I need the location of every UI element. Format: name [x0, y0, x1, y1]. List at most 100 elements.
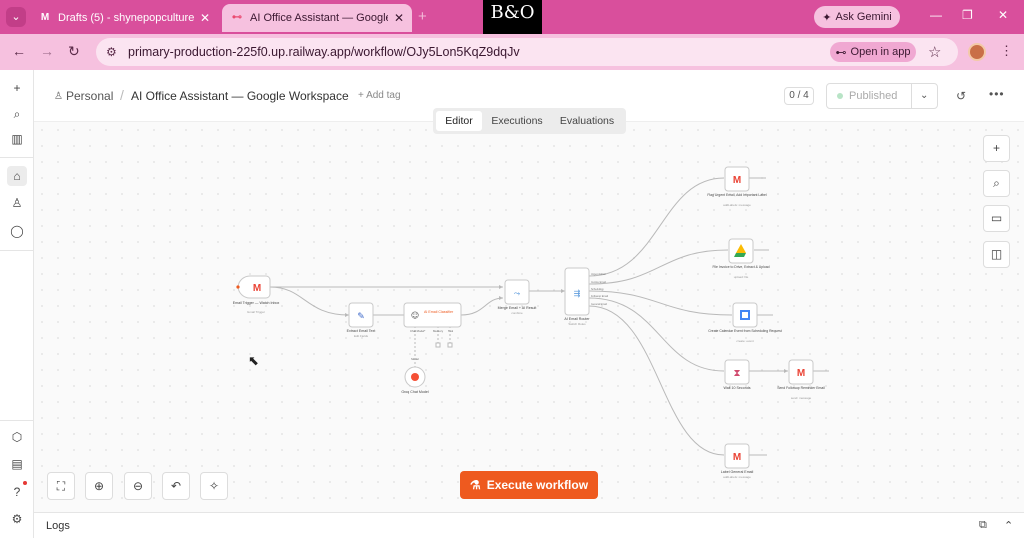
node-subtitle: Edit Fields	[354, 334, 369, 338]
edit-pencil-icon: ✎	[357, 312, 365, 322]
history-icon[interactable]: ↺	[956, 89, 966, 103]
add-node-button[interactable]: +	[983, 135, 1010, 162]
breadcrumb-personal[interactable]: Personal	[66, 89, 113, 103]
router-output-label: Urgent Email	[591, 273, 606, 276]
counter-badge: 0 / 4	[784, 87, 814, 105]
node-title: Groq Chat Model	[401, 390, 429, 394]
router-output-label: General Email	[591, 303, 607, 306]
sidebar-divider	[0, 420, 34, 421]
flask-icon: ⚗	[469, 478, 481, 492]
app-sidebar: + ⌕ ▥ ⌂ ♙ ◯ ⬡ ▤ ? ⚙	[0, 70, 34, 538]
node-subtitle: create: event	[736, 339, 754, 343]
memory-port[interactable]	[435, 342, 441, 348]
tab-editor[interactable]: Editor	[436, 111, 482, 131]
node-extract-email[interactable]: ✎ Extract Email Text Edit Fields	[347, 302, 376, 338]
google-drive-icon-part	[734, 253, 746, 257]
forward-arrow-icon[interactable]: →	[40, 43, 54, 59]
templates-icon[interactable]: ⬡	[7, 427, 27, 447]
close-tab-icon[interactable]: ✕	[394, 11, 404, 25]
gmail-icon: M	[733, 452, 741, 463]
close-window-icon[interactable]: ✕	[998, 8, 1008, 22]
n8n-icon: ⊷	[232, 12, 242, 23]
more-options-icon[interactable]: •••	[989, 87, 1005, 101]
panel-toggle-icon[interactable]: ▥	[7, 129, 27, 149]
add-icon[interactable]: +	[7, 78, 27, 98]
ask-gemini-button[interactable]: ✦ Ask Gemini	[814, 6, 900, 28]
tool-port[interactable]	[447, 342, 453, 348]
insights-icon[interactable]: ▤	[7, 454, 27, 474]
node-title: AI Email Classifier	[424, 310, 454, 314]
open-app-icon: ⊷	[835, 46, 847, 59]
popout-icon[interactable]: ⧉	[979, 519, 987, 532]
gmail-icon: M	[733, 175, 741, 186]
new-tab-icon[interactable]: +	[418, 8, 427, 25]
person-icon: ♙	[54, 91, 63, 102]
minimize-icon[interactable]: —	[930, 8, 942, 22]
publish-label: Published	[849, 90, 898, 102]
router-output-label: Scheduling	[591, 288, 604, 291]
add-tag-button[interactable]: + Add tag	[358, 90, 401, 101]
execute-workflow-button[interactable]: ⚗ Execute workflow	[460, 471, 598, 499]
back-arrow-icon[interactable]: ←	[12, 43, 26, 59]
close-tab-icon[interactable]: ✕	[200, 11, 210, 25]
tab-search-icon[interactable]: ⌄	[6, 7, 26, 27]
restore-icon[interactable]: ❐	[962, 8, 973, 22]
port-label-tool: Tool	[448, 329, 454, 333]
node-subtitle: upload: file	[734, 275, 749, 279]
node-title: Wait 10 Seconds	[723, 386, 750, 390]
node-subtitle: addLabels: message	[723, 203, 751, 207]
node-title: AI Email Router	[564, 317, 590, 321]
chevron-down-icon[interactable]: ⌄	[920, 90, 928, 101]
browser-tab-n8n[interactable]: ⊷ AI Office Assistant — Google ✕	[222, 4, 412, 32]
node-subtitle: Switch Rules	[568, 322, 586, 326]
logs-panel[interactable]: Logs ⧉ ⌃	[34, 512, 1024, 538]
node-subtitle: send: message	[791, 396, 812, 400]
url-text: primary-production-225f0.up.railway.app/…	[128, 45, 520, 59]
undo-icon[interactable]: ↶	[162, 472, 190, 500]
node-wait[interactable]: ⧗ Wait 10 Seconds	[723, 359, 751, 390]
groq-icon	[411, 373, 419, 381]
open-in-app-button[interactable]: ⊷ Open in app	[830, 42, 916, 62]
node-title: Merge Email + AI Result	[498, 306, 537, 310]
sidebar-divider	[0, 250, 34, 251]
publish-divider	[911, 84, 912, 108]
zoom-in-icon[interactable]: ⊕	[85, 472, 113, 500]
tab-evaluations[interactable]: Evaluations	[553, 111, 621, 131]
fit-view-icon[interactable]: ⛶	[47, 472, 75, 500]
bookmark-star-icon[interactable]: ☆	[928, 43, 941, 61]
search-nodes-button[interactable]: ⌕	[983, 170, 1010, 197]
publish-button[interactable]: Published ⌄	[826, 83, 938, 109]
logs-label: Logs	[46, 520, 70, 532]
home-icon[interactable]: ⌂	[7, 166, 27, 186]
ask-gemini-label: Ask Gemini	[835, 11, 892, 23]
profile-avatar[interactable]	[968, 43, 986, 61]
chat-icon[interactable]: ◯	[7, 221, 27, 241]
browser-menu-icon[interactable]: ⋮	[1000, 43, 1013, 59]
reload-icon[interactable]: ↻	[68, 43, 80, 60]
tab-executions[interactable]: Executions	[485, 111, 549, 131]
gmail-icon: M	[797, 368, 805, 379]
address-bar[interactable]: ⚙ primary-production-225f0.up.railway.ap…	[96, 38, 958, 66]
node-label-general[interactable]: M Label General Email addLabels: message	[721, 443, 754, 479]
workflow-canvas[interactable]	[34, 122, 1024, 512]
mode-switcher: Editor Executions Evaluations	[433, 108, 626, 134]
help-icon[interactable]: ?	[7, 482, 27, 502]
settings-gear-icon[interactable]: ⚙	[7, 509, 27, 529]
browser-tab-gmail[interactable]: M Drafts (5) - shynepopculture@g ✕	[30, 4, 218, 32]
trigger-bolt-icon	[236, 285, 240, 289]
workflow-title[interactable]: AI Office Assistant — Google Workspace	[131, 89, 349, 103]
user-icon[interactable]: ♙	[7, 193, 27, 213]
zoom-out-icon[interactable]: ⊖	[124, 472, 152, 500]
router-output-label: Invoice Email	[591, 281, 606, 284]
node-subtitle: Gmail Trigger	[247, 310, 265, 314]
chevron-up-icon[interactable]: ⌃	[1004, 519, 1013, 532]
node-title: File Invoice to Drive, Extract & Upload	[712, 265, 769, 269]
hourglass-icon: ⧗	[733, 368, 740, 379]
search-icon[interactable]: ⌕	[7, 104, 27, 124]
tidy-up-icon[interactable]: ✧	[200, 472, 228, 500]
node-subtitle: combine	[511, 311, 523, 315]
site-info-icon[interactable]: ⚙	[106, 45, 117, 59]
panel-toggle-button[interactable]: ◫	[983, 241, 1010, 268]
node-title: Extract Email Text	[347, 329, 376, 333]
sticky-note-button[interactable]: ▭	[983, 205, 1010, 232]
